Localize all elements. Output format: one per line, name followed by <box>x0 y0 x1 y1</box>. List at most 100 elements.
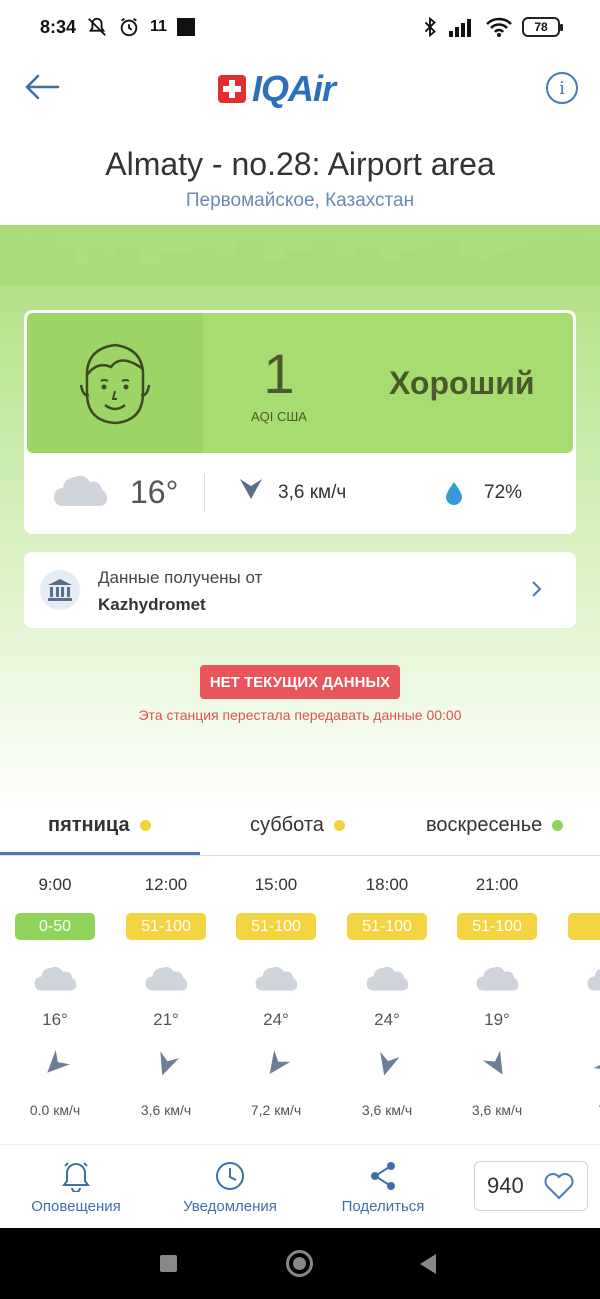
home-button[interactable] <box>286 1250 313 1277</box>
battery-level: 78 <box>534 20 548 34</box>
notifications-label: Уведомления <box>183 1197 277 1215</box>
hour-temperature: 16° <box>42 1010 68 1029</box>
tab-label: пятница <box>48 814 130 836</box>
hour-wind-speed: 3,6 км/ч <box>140 1102 192 1118</box>
hour-wind-speed: 0.0 км/ч <box>29 1102 81 1118</box>
notification-icon <box>176 18 195 36</box>
cloud-icon <box>366 966 409 991</box>
tab-status-dot <box>333 820 345 831</box>
clock-icon <box>216 1161 244 1190</box>
hourly-item: 0 51 1 7,2 <box>568 868 600 1138</box>
station-subtitle: Первомайское, Казахстан <box>185 190 415 211</box>
hour-aqi-badge: 0-50 <box>15 913 95 940</box>
bottom-action-bar: Оповещения Уведомления Поделиться 940 <box>0 1144 600 1228</box>
data-source-card[interactable]: Данные получены от Kazhydromet <box>24 552 576 628</box>
recents-button[interactable] <box>160 1255 177 1272</box>
wind-direction-icon <box>47 1050 70 1073</box>
alarm-icon <box>120 17 138 37</box>
like-button[interactable]: 940 <box>474 1161 588 1211</box>
notification-count: 11 <box>150 18 167 35</box>
weather-divider <box>204 474 205 512</box>
hour-temperature: 1 <box>568 1010 600 1030</box>
aqi-value: 1 <box>263 342 295 405</box>
institution-icon <box>40 570 80 610</box>
source-label: Данные получены от <box>98 568 263 587</box>
bell-icon <box>62 1161 90 1192</box>
tab-label: воскресенье <box>426 814 543 836</box>
hourly-forecast[interactable]: 9:00 0-50 16° 0.0 км/ч 12:00 51-100 21° 3,6 км… <box>0 868 600 1138</box>
wind-direction-icon <box>593 1050 600 1071</box>
share-label: Поделиться <box>341 1197 425 1215</box>
tab-label: суббота <box>250 814 324 836</box>
app-header: IQAir i <box>0 60 600 116</box>
hour-aqi-badge: 51-100 <box>126 913 206 940</box>
wind-direction-icon <box>482 1050 503 1075</box>
station-title: Almaty - no.28: Airport area <box>105 146 495 182</box>
like-count: 940 <box>487 1173 524 1198</box>
hour-wind-speed: 3,6 км/ч <box>471 1102 523 1118</box>
wifi-icon <box>486 17 512 37</box>
hour-time: 18:00 <box>365 875 409 894</box>
back-button[interactable] <box>420 1254 436 1274</box>
hourly-item: 12:00 51-100 21° 3,6 км/ч <box>126 868 206 1138</box>
heart-icon <box>544 1173 574 1200</box>
cloud-icon <box>587 968 600 991</box>
alerts-button[interactable]: Оповещения <box>28 1145 124 1229</box>
hour-temperature: 24° <box>263 1010 289 1029</box>
back-arrow-icon[interactable] <box>22 70 62 104</box>
hourly-item: 15:00 51-100 24° 7,2 км/ч <box>236 868 316 1138</box>
cloud-icon <box>54 475 107 506</box>
hourly-item: 18:00 51-100 24° 3,6 км/ч <box>347 868 427 1138</box>
tab-status-dot <box>552 820 564 831</box>
mute-icon <box>88 17 106 36</box>
hour-wind-speed: 7,2 <box>568 1102 600 1118</box>
alerts-label: Оповещения <box>31 1197 121 1215</box>
current-humidity: 72% <box>484 482 523 503</box>
cloud-icon <box>476 966 519 991</box>
hourly-item: 9:00 0-50 16° 0.0 км/ч <box>15 868 95 1138</box>
hour-wind-speed: 7,2 км/ч <box>250 1102 302 1118</box>
tab-day-2[interactable]: суббота <box>250 814 345 837</box>
signal-icon <box>449 19 471 37</box>
share-button[interactable]: Поделиться <box>336 1145 430 1229</box>
status-bar: 8:34 11 78 <box>0 0 600 54</box>
notifications-button[interactable]: Уведомления <box>176 1145 284 1229</box>
cloud-icon <box>145 966 188 991</box>
tab-day-3[interactable]: воскресенье <box>426 814 564 837</box>
hour-time: 12:00 <box>144 875 188 894</box>
no-data-message: Эта станция перестала передавать данные … <box>138 707 462 723</box>
share-icon <box>371 1161 395 1190</box>
tab-day-1[interactable]: пятница <box>48 814 151 837</box>
active-tab-indicator <box>0 852 200 855</box>
hour-wind-speed: 3,6 км/ч <box>361 1102 413 1118</box>
hour-temperature: 21° <box>153 1010 179 1029</box>
source-name: Kazhydromet <box>98 595 206 614</box>
face-icon-box <box>27 313 203 453</box>
hour-temperature: 19° <box>484 1010 510 1029</box>
cloud-icon <box>34 966 77 991</box>
aqi-level: Хороший <box>389 365 535 401</box>
happy-face-icon <box>79 343 151 425</box>
hour-aqi-badge: 51-100 <box>236 913 316 940</box>
current-weather: 16° 3,6 км/ч 72% <box>24 462 576 526</box>
swiss-cross-icon <box>218 75 246 103</box>
bluetooth-icon <box>424 16 436 38</box>
wind-direction-icon <box>160 1051 180 1076</box>
hour-time: 15:00 <box>254 875 298 894</box>
wind-direction-icon <box>240 479 262 499</box>
city-skyline-illustration <box>0 230 600 285</box>
system-nav-bar <box>0 1228 600 1299</box>
wind-direction-icon <box>380 1051 400 1076</box>
hour-aqi-badge: 51 <box>568 913 600 940</box>
hour-aqi-badge: 51-100 <box>347 913 427 940</box>
hour-temperature: 24° <box>374 1010 400 1029</box>
hour-time: 21:00 <box>475 875 519 894</box>
battery-icon: 78 <box>522 17 563 37</box>
aqi-card: 1 AQI США Хороший 16° 3,6 км/ч 72% <box>24 310 576 534</box>
info-icon[interactable]: i <box>546 72 578 104</box>
hour-time: 9:00 <box>38 875 72 894</box>
cloud-icon <box>255 966 298 991</box>
tab-status-dot <box>139 820 151 831</box>
current-wind: 3,6 км/ч <box>278 482 347 503</box>
hour-aqi-badge: 51-100 <box>457 913 537 940</box>
